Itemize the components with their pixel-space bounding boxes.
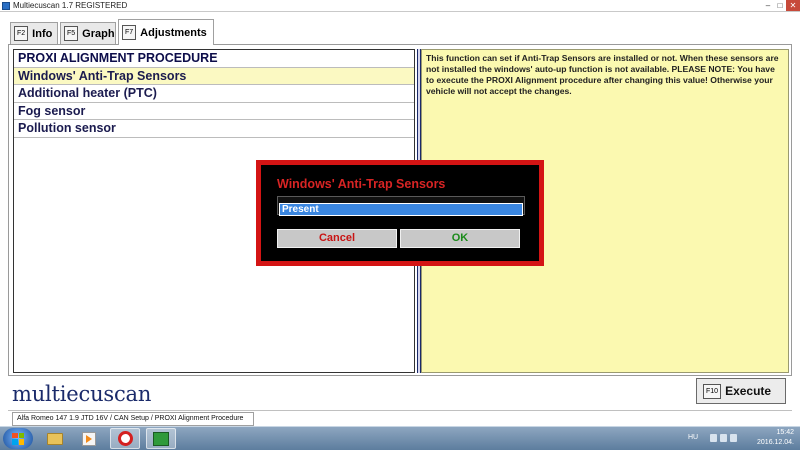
- value-select-frame: [277, 196, 525, 216]
- cancel-button[interactable]: Cancel: [277, 229, 397, 248]
- maximize-button[interactable]: □: [774, 0, 786, 11]
- tab-graph-label: Graph: [82, 27, 115, 40]
- network-icon[interactable]: [720, 434, 727, 442]
- taskbar-explorer-button[interactable]: [40, 428, 70, 449]
- list-item[interactable]: PROXI ALIGNMENT PROCEDURE: [14, 50, 414, 68]
- volume-icon[interactable]: [730, 434, 737, 442]
- list-item[interactable]: Fog sensor: [14, 103, 414, 121]
- windows-start-icon[interactable]: [3, 428, 33, 449]
- multiecuscan-icon: [153, 431, 169, 446]
- close-button[interactable]: ✕: [786, 0, 800, 11]
- taskbar-opera-button[interactable]: [110, 428, 140, 449]
- list-item[interactable]: Additional heater (PTC): [14, 85, 414, 103]
- ok-button[interactable]: OK: [400, 229, 520, 248]
- tab-adjustments-key: F7: [122, 25, 137, 40]
- opera-icon: [117, 431, 133, 446]
- title-bar: Multiecuscan 1.7 REGISTERED – □ ✕: [0, 0, 800, 12]
- media-player-icon: [82, 431, 96, 446]
- tab-info-label: Info: [32, 27, 53, 40]
- language-indicator[interactable]: HU: [688, 434, 698, 441]
- tab-graph-key: F5: [64, 26, 79, 41]
- tray-icons: [710, 434, 740, 443]
- dialog-title: Windows' Anti-Trap Sensors: [277, 177, 446, 191]
- tab-info[interactable]: F2 Info: [10, 22, 58, 44]
- taskbar-media-button[interactable]: [74, 428, 104, 449]
- value-dialog: Windows' Anti-Trap Sensors Cancel OK: [256, 160, 544, 266]
- execute-button[interactable]: F10 Execute: [696, 378, 786, 404]
- execute-key: F10: [703, 383, 722, 399]
- app-logo: multiecuscan: [12, 382, 152, 406]
- tab-info-key: F2: [14, 26, 29, 41]
- status-bar: Alfa Romeo 147 1.9 JTD 16V / CAN Setup /…: [8, 410, 792, 426]
- folder-icon: [47, 432, 63, 445]
- tab-adjustments-label: Adjustments: [140, 26, 207, 39]
- clock-time[interactable]: 15:42: [776, 429, 794, 436]
- tab-bar: F2 Info F5 Graph F7 Adjustments: [0, 12, 800, 45]
- taskbar: HU 15:42 2016.12.04.: [0, 426, 800, 450]
- value-input[interactable]: [279, 203, 523, 216]
- flag-icon[interactable]: [710, 434, 717, 442]
- window-title: Multiecuscan 1.7 REGISTERED: [13, 1, 128, 10]
- execute-label: Execute: [725, 384, 772, 398]
- dialog-body: Windows' Anti-Trap Sensors Cancel OK: [261, 165, 539, 261]
- tab-graph[interactable]: F5 Graph: [60, 22, 116, 44]
- tab-adjustments[interactable]: F7 Adjustments: [118, 19, 214, 45]
- status-path: Alfa Romeo 147 1.9 JTD 16V / CAN Setup /…: [12, 412, 254, 426]
- clock-date[interactable]: 2016.12.04.: [757, 439, 794, 446]
- taskbar-multiecuscan-button[interactable]: [146, 428, 176, 449]
- system-tray: HU 15:42 2016.12.04.: [680, 427, 800, 450]
- list-item[interactable]: Pollution sensor: [14, 120, 414, 138]
- minimize-button[interactable]: –: [762, 0, 774, 11]
- list-item-selected[interactable]: Windows' Anti-Trap Sensors: [14, 67, 414, 86]
- app-icon: [2, 2, 10, 10]
